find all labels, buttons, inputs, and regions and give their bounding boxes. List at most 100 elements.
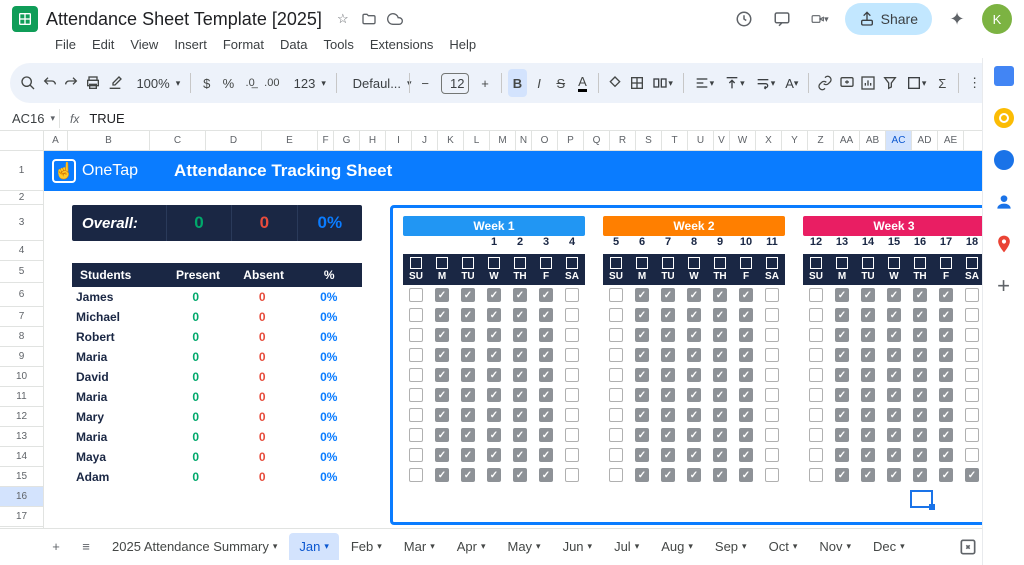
dec-increase-icon[interactable]: .00 — [262, 69, 282, 97]
attendance-checkbox[interactable] — [559, 308, 585, 322]
attendance-checkbox[interactable] — [629, 288, 655, 302]
sheet-tab[interactable]: Apr▾ — [447, 533, 496, 560]
attendance-checkbox[interactable] — [681, 308, 707, 322]
attendance-checkbox[interactable] — [707, 348, 733, 362]
student-row[interactable]: Robert000% — [72, 327, 362, 347]
attendance-checkbox[interactable] — [907, 288, 933, 302]
attendance-checkbox[interactable] — [455, 408, 481, 422]
attendance-checkbox[interactable] — [559, 448, 585, 462]
attendance-checkbox[interactable] — [681, 448, 707, 462]
attendance-checkbox[interactable] — [759, 348, 785, 362]
star-icon[interactable]: ☆ — [334, 10, 352, 28]
attendance-checkbox[interactable] — [759, 428, 785, 442]
halign-dropdown[interactable]: ▾ — [690, 75, 719, 91]
attendance-checkbox[interactable] — [507, 468, 533, 482]
font-dropdown[interactable]: Defaul...▾ — [343, 76, 403, 91]
attendance-checkbox[interactable] — [881, 348, 907, 362]
attendance-checkbox[interactable] — [403, 348, 429, 362]
attendance-checkbox[interactable] — [429, 468, 455, 482]
attendance-checkbox[interactable] — [733, 448, 759, 462]
attendance-checkbox[interactable] — [733, 308, 759, 322]
attendance-checkbox[interactable] — [933, 308, 959, 322]
attendance-checkbox[interactable] — [655, 308, 681, 322]
attendance-checkbox[interactable] — [655, 348, 681, 362]
attendance-checkbox[interactable] — [855, 408, 881, 422]
attendance-checkbox[interactable] — [707, 408, 733, 422]
attendance-checkbox[interactable] — [455, 348, 481, 362]
attendance-checkbox[interactable] — [507, 348, 533, 362]
attendance-checkbox[interactable] — [803, 328, 829, 342]
attendance-checkbox[interactable] — [455, 328, 481, 342]
borders-icon[interactable] — [627, 69, 647, 97]
formula-input[interactable]: TRUE — [89, 111, 124, 126]
attendance-checkbox[interactable] — [681, 368, 707, 382]
attendance-checkbox[interactable] — [803, 348, 829, 362]
attendance-checkbox[interactable] — [733, 368, 759, 382]
attendance-checkbox[interactable] — [507, 308, 533, 322]
attendance-checkbox[interactable] — [907, 368, 933, 382]
attendance-checkbox[interactable] — [403, 308, 429, 322]
italic-icon[interactable]: I — [529, 69, 549, 97]
font-inc-icon[interactable]: + — [475, 69, 495, 97]
attendance-checkbox[interactable] — [429, 448, 455, 462]
attendance-checkbox[interactable] — [559, 348, 585, 362]
attendance-checkbox[interactable] — [707, 368, 733, 382]
menu-edit[interactable]: Edit — [85, 34, 121, 55]
attendance-checkbox[interactable] — [681, 468, 707, 482]
attendance-checkbox[interactable] — [681, 408, 707, 422]
attendance-checkbox[interactable] — [559, 368, 585, 382]
attendance-checkbox[interactable] — [829, 288, 855, 302]
gemini-icon[interactable]: ✦ — [948, 10, 966, 28]
attendance-checkbox[interactable] — [559, 408, 585, 422]
attendance-checkbox[interactable] — [655, 428, 681, 442]
attendance-checkbox[interactable] — [881, 468, 907, 482]
print-icon[interactable] — [83, 69, 103, 97]
attendance-checkbox[interactable] — [855, 428, 881, 442]
tasks-app-icon[interactable] — [994, 150, 1014, 170]
attendance-checkbox[interactable] — [881, 288, 907, 302]
attendance-checkbox[interactable] — [907, 428, 933, 442]
student-row[interactable]: Michael000% — [72, 307, 362, 327]
dec-decrease-icon[interactable]: .0̲ — [240, 69, 260, 97]
sheet-tab[interactable]: Feb▾ — [341, 533, 392, 560]
attendance-checkbox[interactable] — [803, 448, 829, 462]
attendance-checkbox[interactable] — [533, 408, 559, 422]
menu-file[interactable]: File — [48, 34, 83, 55]
attendance-checkbox[interactable] — [629, 408, 655, 422]
all-sheets-icon[interactable]: ≡ — [72, 533, 100, 561]
attendance-checkbox[interactable] — [533, 368, 559, 382]
attendance-checkbox[interactable] — [855, 288, 881, 302]
sheet-tab[interactable]: Mar▾ — [394, 533, 445, 560]
add-sheet-icon[interactable]: + — [42, 533, 70, 561]
sheet-tab[interactable]: Oct▾ — [759, 533, 808, 560]
attendance-checkbox[interactable] — [829, 448, 855, 462]
attendance-checkbox[interactable] — [629, 348, 655, 362]
attendance-checkbox[interactable] — [855, 448, 881, 462]
sheets-logo[interactable] — [12, 6, 38, 32]
attendance-checkbox[interactable] — [655, 448, 681, 462]
name-box[interactable]: AC16▾ — [8, 109, 60, 128]
attendance-checkbox[interactable] — [481, 408, 507, 422]
rotate-dropdown[interactable]: A▾ — [781, 76, 802, 91]
attendance-checkbox[interactable] — [759, 448, 785, 462]
attendance-checkbox[interactable] — [803, 368, 829, 382]
attendance-checkbox[interactable] — [933, 448, 959, 462]
filter-icon[interactable] — [880, 69, 900, 97]
attendance-checkbox[interactable] — [881, 388, 907, 402]
student-row[interactable]: Adam000% — [72, 467, 362, 487]
cloud-icon[interactable] — [386, 10, 404, 28]
row-headers[interactable]: 123456789101112131415161718 — [0, 131, 44, 551]
attendance-checkbox[interactable] — [429, 428, 455, 442]
attendance-checkbox[interactable] — [829, 468, 855, 482]
redo-icon[interactable] — [61, 69, 81, 97]
attendance-checkbox[interactable] — [733, 348, 759, 362]
attendance-checkbox[interactable] — [855, 348, 881, 362]
attendance-checkbox[interactable] — [759, 328, 785, 342]
share-button[interactable]: Share — [845, 3, 932, 35]
student-row[interactable]: James000% — [72, 287, 362, 307]
attendance-checkbox[interactable] — [403, 468, 429, 482]
attendance-checkbox[interactable] — [429, 348, 455, 362]
attendance-checkbox[interactable] — [429, 368, 455, 382]
attendance-checkbox[interactable] — [403, 368, 429, 382]
attendance-checkbox[interactable] — [533, 308, 559, 322]
